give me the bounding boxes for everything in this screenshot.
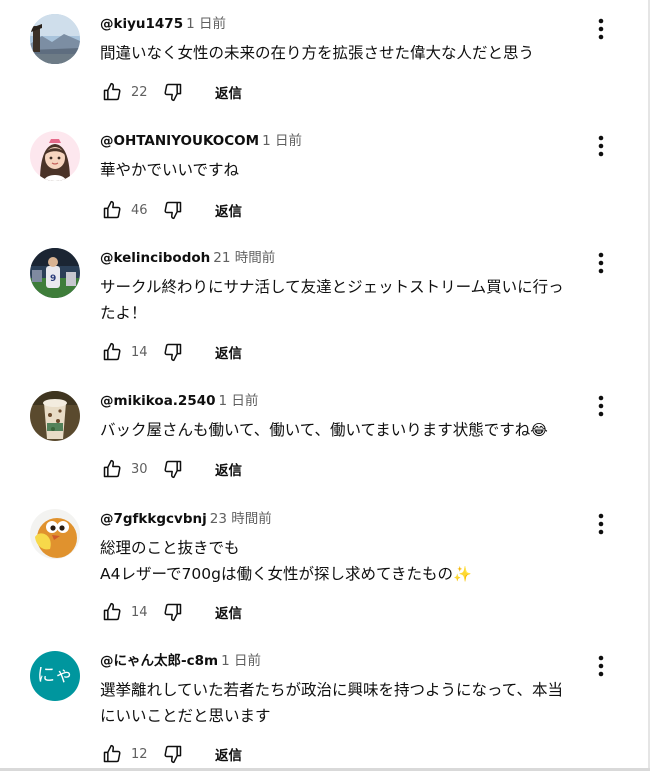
avatar[interactable]: [30, 509, 80, 559]
comment-header: @mikikoa.2540 1 日前: [100, 391, 610, 411]
comment-header: @kelincibodoh 21 時間前: [100, 248, 610, 268]
like-count: 12: [131, 746, 148, 762]
like-count: 30: [131, 461, 148, 477]
comment-thread: @mikikoa.2540 1 日前 バック屋さんも働いて、働いて、働いてまいりま…: [30, 391, 630, 491]
reply-button[interactable]: 返信: [215, 82, 242, 102]
comment-text-line: たよ！: [100, 304, 147, 322]
more-vertical-icon[interactable]: [586, 131, 616, 161]
thumbs-up-icon[interactable]: [100, 198, 124, 222]
thumbs-up-icon[interactable]: [100, 600, 124, 624]
like-count: 46: [131, 202, 148, 218]
comment-text-content: バック屋さんも働いて、働いて、働いてまいります状態ですね: [100, 421, 531, 439]
author-name[interactable]: @にゃん太郎-c8m: [100, 653, 218, 669]
comment-text: 間違いなく女性の未来の在り方を拡張させた偉大な人だと思う: [100, 40, 610, 66]
avatar[interactable]: 9: [30, 248, 80, 298]
baseball-stadium-avatar-image: 9: [30, 248, 80, 298]
comment-body: @kelincibodoh 21 時間前 サークル終わりにサナ活して友達とジェット…: [100, 248, 610, 326]
thumbs-down-icon[interactable]: [161, 742, 185, 766]
comment-text: バック屋さんも働いて、働いて、働いてまいります状態ですね😂: [100, 417, 610, 443]
like-count: 14: [131, 604, 148, 620]
comment-body: @kiyu1475 1 日前 間違いなく女性の未来の在り方を拡張させた偉大な人だと…: [100, 14, 610, 66]
laughing-tears-emoji-icon: 😂: [530, 421, 548, 439]
avatar[interactable]: [30, 131, 80, 181]
like-count: 14: [131, 344, 148, 360]
thumbs-up-icon[interactable]: [100, 742, 124, 766]
comment-text-line: サークル終わりにサナ活して友達とジェットストリーム買いに行っ: [100, 278, 564, 296]
comment-actions: 22 返信: [30, 80, 242, 104]
comment-body: @OHTANIYOUKOCOM 1 日前 華やかでいいですね: [100, 131, 610, 183]
comment-time[interactable]: 21 時間前: [213, 250, 275, 266]
cartoon-bird-avatar-image: [30, 509, 80, 559]
thumbs-down-icon[interactable]: [161, 198, 185, 222]
thumbs-up-icon[interactable]: [100, 340, 124, 364]
thumbs-down-icon[interactable]: [161, 600, 185, 624]
comment-thread: @OHTANIYOUKOCOM 1 日前 華やかでいいですね 46 返信: [30, 131, 630, 231]
comment-header: @7gfkkgcvbnj 23 時間前: [100, 509, 610, 529]
more-vertical-icon[interactable]: [586, 391, 616, 421]
author-name[interactable]: @mikikoa.2540: [100, 393, 216, 409]
comment-text-line: 華やかでいいですね: [100, 161, 240, 179]
reply-button[interactable]: 返信: [215, 744, 242, 764]
comment-thread: @kiyu1475 1 日前 間違いなく女性の未来の在り方を拡張させた偉大な人だと…: [30, 14, 630, 114]
more-vertical-icon[interactable]: [586, 248, 616, 278]
comment-body: @7gfkkgcvbnj 23 時間前 総理のこと抜きでも A4レザーで700gは…: [100, 509, 610, 587]
comment-actions: 30 返信: [30, 457, 242, 481]
comment-text: 華やかでいいですね: [100, 157, 610, 183]
comment-header: @にゃん太郎-c8m 1 日前: [100, 651, 610, 671]
comment-time[interactable]: 1 日前: [262, 133, 302, 149]
comment-time[interactable]: 23 時間前: [210, 511, 272, 527]
comment-thread: @7gfkkgcvbnj 23 時間前 総理のこと抜きでも A4レザーで700gは…: [30, 509, 630, 629]
comment-time[interactable]: 1 日前: [186, 16, 226, 32]
reply-button[interactable]: 返信: [215, 602, 242, 622]
avatar[interactable]: にゃ: [30, 651, 80, 701]
comment-thread: 9 @kelincibodoh 21 時間前 サークル終わりにサナ活して友達とジェ…: [30, 248, 630, 368]
comment-text-line: 間違いなく女性の未来の在り方を拡張させた偉大な人だと思う: [100, 44, 535, 62]
comment-text: 選挙離れしていた若者たちが政治に興味を持つようになって、本当 にいいことだと思い…: [100, 677, 610, 729]
comment-actions: 12 返信: [30, 742, 242, 766]
illustrated-woman-avatar-image: [30, 131, 80, 181]
thumbs-down-icon[interactable]: [161, 457, 185, 481]
comment-body: @mikikoa.2540 1 日前 バック屋さんも働いて、働いて、働いてまいりま…: [100, 391, 610, 443]
comment-text-line: 総理のこと抜きでも: [100, 539, 240, 557]
coffee-drink-avatar-image: [30, 391, 80, 441]
thumbs-down-icon[interactable]: [161, 340, 185, 364]
comment-text-content: A4レザーで700gは働く女性が探し求めてきたもの: [100, 565, 453, 583]
like-count: 22: [131, 84, 148, 100]
author-name[interactable]: @7gfkkgcvbnj: [100, 511, 207, 527]
more-vertical-icon[interactable]: [586, 14, 616, 44]
comment-text: サークル終わりにサナ活して友達とジェットストリーム買いに行っ たよ！: [100, 274, 610, 326]
thumbs-up-icon[interactable]: [100, 80, 124, 104]
author-name[interactable]: @kelincibodoh: [100, 250, 210, 266]
comment-time[interactable]: 1 日前: [219, 393, 259, 409]
author-name[interactable]: @OHTANIYOUKOCOM: [100, 133, 259, 149]
comment-header: @OHTANIYOUKOCOM 1 日前: [100, 131, 610, 151]
thumbs-up-icon[interactable]: [100, 457, 124, 481]
comment-actions: 46 返信: [30, 198, 242, 222]
more-vertical-icon[interactable]: [586, 509, 616, 539]
comment-text-line: A4レザーで700gは働く女性が探し求めてきたもの✨: [100, 561, 610, 587]
comment-header: @kiyu1475 1 日前: [100, 14, 610, 34]
comment-actions: 14 返信: [30, 340, 242, 364]
comment-actions: 14 返信: [30, 600, 242, 624]
comment-text: 総理のこと抜きでも A4レザーで700gは働く女性が探し求めてきたもの✨: [100, 535, 610, 587]
comment-text-line: バック屋さんも働いて、働いて、働いてまいります状態ですね😂: [100, 417, 610, 443]
avatar[interactable]: [30, 391, 80, 441]
svg-text:9: 9: [50, 274, 56, 284]
thumbs-down-icon[interactable]: [161, 80, 185, 104]
landscape-avatar-image: [30, 14, 80, 64]
comment-thread: にゃ @にゃん太郎-c8m 1 日前 選挙離れしていた若者たちが政治に興味を持つよ…: [30, 651, 630, 769]
author-name[interactable]: @kiyu1475: [100, 16, 183, 32]
reply-button[interactable]: 返信: [215, 459, 242, 479]
comment-text-line: 選挙離れしていた若者たちが政治に興味を持つようになって、本当: [100, 681, 563, 699]
reply-button[interactable]: 返信: [215, 200, 242, 220]
comment-text-line: にいいことだと思います: [100, 707, 271, 725]
reply-button[interactable]: 返信: [215, 342, 242, 362]
avatar-initials: にゃ: [37, 665, 73, 686]
more-vertical-icon[interactable]: [586, 651, 616, 681]
sparkles-emoji-icon: ✨: [453, 565, 472, 583]
comment-body: @にゃん太郎-c8m 1 日前 選挙離れしていた若者たちが政治に興味を持つようにな…: [100, 651, 610, 729]
comment-time[interactable]: 1 日前: [221, 653, 261, 669]
avatar[interactable]: [30, 14, 80, 64]
